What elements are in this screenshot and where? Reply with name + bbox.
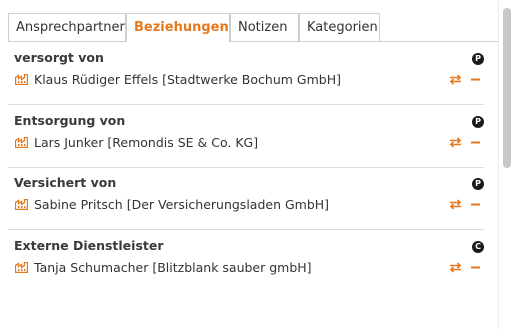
relation-entry[interactable]: Lars Junker [Remondis SE & Co. KG] [34,135,258,150]
relation-entry[interactable]: Klaus Rüdiger Effels [Stadtwerke Bochum … [34,72,341,87]
swap-icon[interactable] [449,262,462,273]
tab-bar: Ansprechpartner Beziehungen Notizen Kate… [8,13,498,42]
company-icon [15,262,28,273]
section-title: Externe Dienstleister [14,238,164,253]
relation-section: Versichert von P Sabine Pritsch [Der Ver… [8,167,484,230]
type-badge: P [472,53,484,65]
swap-icon[interactable] [449,199,462,210]
section-title: Entsorgung von [14,113,126,128]
swap-icon[interactable] [449,137,462,148]
tab-beziehungen[interactable]: Beziehungen [126,13,230,42]
relation-entry[interactable]: Sabine Pritsch [Der Versicherungsladen G… [34,197,329,212]
company-icon [15,74,28,85]
remove-icon[interactable] [471,199,480,210]
relations-panel: Ansprechpartner Beziehungen Notizen Kate… [0,0,498,330]
type-badge: P [472,178,484,190]
swap-icon[interactable] [449,74,462,85]
relation-section: versorgt von P Klaus Rüdiger Effels [Sta… [8,42,484,105]
type-badge: C [472,241,484,253]
company-icon [15,137,28,148]
tab-ansprechpartner[interactable]: Ansprechpartner [8,13,126,41]
relation-section: Externe Dienstleister C Tanja Schumacher… [8,230,484,292]
remove-icon[interactable] [471,137,480,148]
tab-notizen[interactable]: Notizen [230,13,299,41]
section-title: versorgt von [14,50,104,65]
section-title: Versichert von [14,175,117,190]
company-icon [15,199,28,210]
relation-section: Entsorgung von P Lars Junker [Remondis S… [8,105,484,168]
tab-kategorien[interactable]: Kategorien [299,13,380,41]
scrollbar[interactable] [498,0,516,330]
type-badge: P [472,116,484,128]
remove-icon[interactable] [471,74,480,85]
remove-icon[interactable] [471,262,480,273]
scrollbar-thumb[interactable] [503,8,511,168]
relation-entry[interactable]: Tanja Schumacher [Blitzblank sauber gmbH… [34,260,312,275]
